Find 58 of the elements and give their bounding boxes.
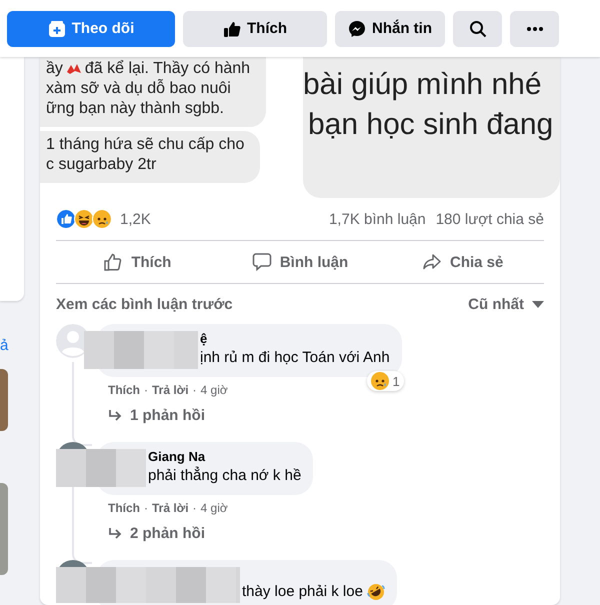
search-button[interactable] — [453, 10, 502, 46]
view-replies-link[interactable]: 2 phản hồi — [96, 517, 314, 550]
laughing-emoji-icon — [366, 583, 385, 601]
comment-button[interactable]: Bình luận — [218, 241, 382, 283]
like-button[interactable]: Thích — [183, 10, 327, 46]
like-link[interactable]: Thích — [108, 383, 140, 397]
reply-arrow-icon — [108, 410, 122, 422]
laughing-emoji-icon — [74, 209, 94, 229]
chat-text: c sugarbaby 2tr — [46, 155, 156, 175]
message-button[interactable]: Nhắn tin — [335, 10, 445, 46]
chat-text: bạn học sinh đang — [307, 107, 554, 143]
separator-dot: · — [144, 383, 148, 397]
scribble-mark-icon — [66, 63, 82, 75]
sad-emoji-icon — [371, 372, 390, 390]
comment-count[interactable]: 1,7K bình luận — [328, 210, 426, 228]
follow-button[interactable]: Theo dõi — [7, 10, 175, 46]
thumbs-up-icon — [103, 252, 124, 272]
view-replies-link[interactable]: 1 phản hồi — [96, 399, 402, 432]
share-button[interactable]: Chia sẻ — [381, 241, 544, 283]
chat-text: đã kể lại. Thầy có hành — [84, 59, 250, 79]
reply-link[interactable]: Trả lời — [152, 383, 189, 397]
messenger-icon — [348, 20, 366, 38]
more-icon — [526, 26, 542, 30]
commenter-name[interactable]: Giang Na — [148, 449, 302, 465]
share-arrow-icon — [422, 252, 442, 272]
chat-text: ững bạn này thành sgbb. — [46, 99, 224, 119]
separator-dot: · — [192, 501, 197, 515]
speech-bubble-icon — [252, 252, 272, 272]
search-icon — [468, 20, 486, 38]
chat-text: bài giúp mình nhé — [303, 67, 543, 103]
share-count[interactable]: 180 lượt chia sẻ — [436, 210, 544, 228]
sort-dropdown[interactable]: Cũ nhất — [468, 296, 544, 312]
comment-text: thày loe phải k loe — [242, 582, 363, 602]
chat-text: ầy — [46, 59, 63, 79]
separator-dot: · — [144, 501, 148, 515]
comment-time: 4 giờ — [200, 501, 228, 515]
comment-time: 4 giờ — [200, 383, 228, 397]
comment-text: phải thẳng cha nớ k hề — [148, 466, 302, 486]
photo-placeholder — [0, 369, 8, 431]
chat-text: 1 tháng hứa sẽ chu cấp cho — [46, 135, 244, 155]
sad-emoji-icon — [92, 209, 112, 229]
separator-dot: · — [192, 383, 197, 397]
caret-icon — [532, 300, 544, 308]
thumbs-up-icon — [223, 20, 241, 38]
commenter-name[interactable]: ệ — [200, 331, 390, 347]
previous-comments-link[interactable]: Xem các bình luận trước — [56, 296, 233, 312]
chat-text: xàm sỡ và dụ dỗ bao nuôi — [46, 79, 231, 99]
like-button[interactable]: Thích — [56, 241, 219, 283]
comment-text: ịnh rủ m đi học Toán với Anh — [200, 348, 390, 368]
sidebar-link[interactable]: ả — [0, 337, 24, 355]
like-link[interactable]: Thích — [108, 501, 140, 515]
reaction-badge[interactable]: 1 — [367, 371, 404, 391]
reply-link[interactable]: Trả lời — [152, 501, 189, 515]
more-button[interactable] — [510, 10, 559, 46]
follow-page-icon — [48, 20, 66, 38]
reaction-count[interactable]: 1,2K — [120, 210, 329, 228]
like-reaction-icon — [56, 209, 76, 229]
reply-arrow-icon — [108, 528, 122, 540]
